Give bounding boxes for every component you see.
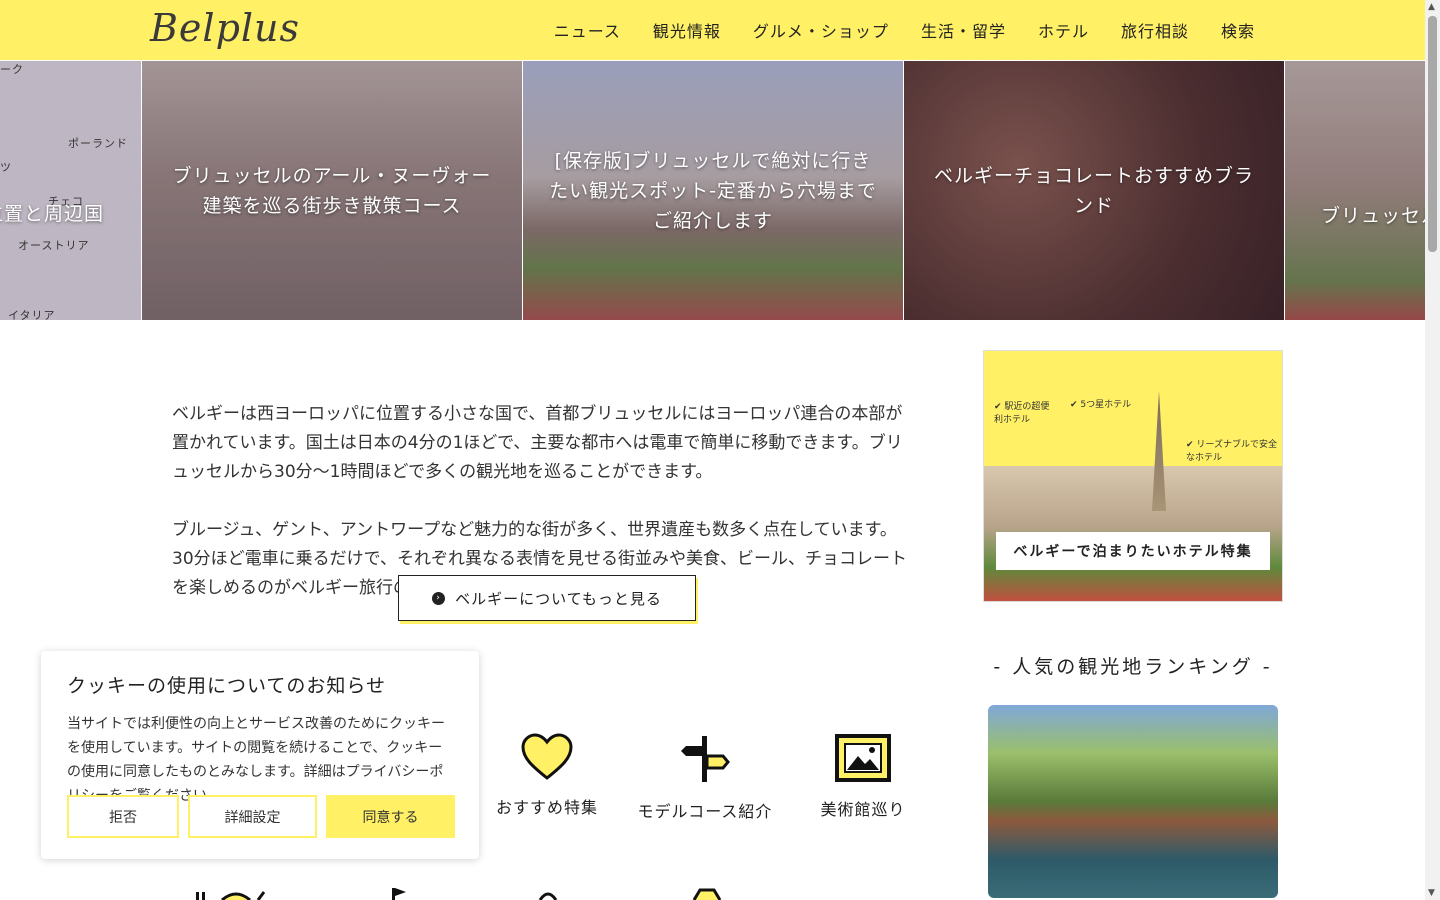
map-label: オーストリア <box>18 239 90 252</box>
map-label: ツ <box>0 161 12 174</box>
nav-item-gourmet-shop[interactable]: グルメ・ショップ <box>753 18 889 42</box>
site-header: Belplus ニュース 観光情報 グルメ・ショップ 生活・留学 ホテル 旅行相… <box>0 0 1425 60</box>
slide-brussels-spots[interactable]: [保存版]ブリュッセルで絶対に行きたい観光スポット-定番から穴場までご紹介します <box>523 61 903 320</box>
scroll-down-icon[interactable]: ▼ <box>1428 888 1435 898</box>
slide-title: [保存版]ブリュッセルで絶対に行きたい観光スポット-定番から穴場までご紹介します <box>549 149 877 232</box>
nav-item-life-study[interactable]: 生活・留学 <box>921 18 1006 42</box>
cookie-buttons: 拒否 詳細設定 同意する <box>67 795 455 838</box>
slide-title: ブリュッセルのおすすめホテル特集 <box>1321 205 1425 227</box>
category-model-course[interactable]: モデルコース紹介 <box>630 732 780 822</box>
heading-dash-icon: - <box>993 656 1004 678</box>
slide-chocolate[interactable]: ベルギーチョコレートおすすめブランド <box>904 61 1284 320</box>
cookie-accept-button[interactable]: 同意する <box>326 795 455 838</box>
main-nav: ニュース 観光情報 グルメ・ショップ 生活・留学 ホテル 旅行相談 検索 <box>554 0 1255 60</box>
slide-title: ベルギーチョコレートおすすめブランド <box>933 164 1254 217</box>
category-featured[interactable]: おすすめ特集 <box>472 732 622 818</box>
cookie-notice: クッキーの使用についてのお知らせ 当サイトでは利便性の向上とサービス改善のために… <box>41 651 479 859</box>
slide-title: ブリュッセルのアール・ヌーヴォー建築を巡る街歩き散策コース <box>172 164 492 217</box>
nav-item-sightseeing[interactable]: 観光情報 <box>653 18 721 42</box>
banner-caption: ベルギーで泊まりたいホテル特集 <box>996 532 1270 570</box>
intro-paragraph: ベルギーは西ヨーロッパに位置する小さな国で、首都ブリュッセルにはヨーロッパ連合の… <box>172 404 903 482</box>
banner-spire <box>1152 391 1166 511</box>
cookie-settings-button[interactable]: 詳細設定 <box>188 795 317 838</box>
category-label: モデルコース紹介 <box>637 802 773 821</box>
category-label: 美術館巡り <box>820 800 906 819</box>
nav-item-hotel[interactable]: ホテル <box>1038 18 1089 42</box>
site-logo[interactable]: Belplus <box>150 6 300 50</box>
heading-dash-icon: - <box>1262 656 1273 678</box>
more-about-belgium-button[interactable]: › ベルギーについてもっと見る <box>398 575 696 621</box>
nav-item-news[interactable]: ニュース <box>554 18 621 42</box>
cookie-text: 当サイトでは利便性の向上とサービス改善のためにクッキーを使用しています。サイトの… <box>67 716 445 804</box>
slide-art-nouveau[interactable]: ブリュッセルのアール・ヌーヴォー建築を巡る街歩き散策コース <box>142 61 522 320</box>
slide-hotels[interactable]: ブリュッセルのおすすめホテル特集 <box>1285 61 1425 320</box>
chevron-right-icon: › <box>432 591 446 605</box>
signpost-icon <box>681 736 730 782</box>
ranking-heading: - 人気の観光地ランキング - <box>983 652 1283 679</box>
diamond-icon <box>692 888 722 900</box>
hotel-feature-banner[interactable]: ✔ 駅近の超便利ホテル ✔ 5つ星ホテル ✔ リーズナブルで安全なホテル ベルギ… <box>983 350 1283 602</box>
featured-slider: ーク ポーランド ツ チェコ オーストリア イタリア ベルギーの位置と周辺国 ブ… <box>0 60 1425 320</box>
category-label: おすすめ特集 <box>495 798 598 817</box>
cookie-reject-button[interactable]: 拒否 <box>67 795 179 838</box>
page-scrollbar[interactable]: ▲ ▼ <box>1425 0 1440 900</box>
flag-icon <box>392 888 406 900</box>
nav-item-search[interactable]: 検索 <box>1221 18 1255 42</box>
ranking-heading-label: 人気の観光地ランキング <box>1012 656 1254 678</box>
slide-map[interactable]: ーク ポーランド ツ チェコ オーストリア イタリア ベルギーの位置と周辺国 <box>0 61 141 320</box>
map-label: ポーランド <box>68 137 128 150</box>
cookie-title: クッキーの使用についてのお知らせ <box>67 675 387 697</box>
nav-item-travel-consult[interactable]: 旅行相談 <box>1121 18 1189 42</box>
banner-note: ✔ 駅近の超便利ホテル <box>994 402 1050 425</box>
heart-icon <box>521 733 573 780</box>
scroll-thumb[interactable] <box>1428 16 1437 252</box>
intro-text: ベルギーは西ヨーロッパに位置する小さな国で、首都ブリュッセルにはヨーロッパ連合の… <box>172 400 917 603</box>
map-label: ーク <box>0 63 24 76</box>
cta-label: ベルギーについてもっと見る <box>455 589 662 608</box>
banner-note: ✔ リーズナブルで安全なホテル <box>1186 440 1277 463</box>
map-label: イタリア <box>8 309 56 320</box>
scroll-up-icon[interactable]: ▲ <box>1428 2 1435 12</box>
map-pin-icon <box>538 892 558 900</box>
category-museums[interactable]: 美術館巡り <box>788 732 938 820</box>
picture-frame-icon <box>835 734 891 782</box>
restaurant-icon <box>196 891 266 900</box>
ranking-photo-bruges[interactable] <box>988 705 1278 898</box>
banner-note: ✔ 5つ星ホテル <box>1070 400 1132 410</box>
slide-title: ベルギーの位置と周辺国 <box>0 203 104 225</box>
